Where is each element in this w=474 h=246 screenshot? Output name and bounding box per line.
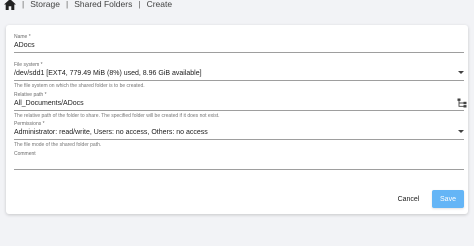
comment-underline bbox=[14, 169, 464, 170]
breadcrumb-separator: | bbox=[138, 0, 141, 9]
permissions-hint: The file mode of the shared folder path. bbox=[14, 142, 102, 148]
save-button[interactable]: Save bbox=[432, 190, 464, 208]
comment-label: Comment bbox=[14, 151, 36, 157]
comment-field[interactable]: Comment bbox=[14, 151, 464, 170]
breadcrumb: | Storage | Shared Folders | Create bbox=[0, 0, 474, 12]
cancel-button[interactable]: Cancel bbox=[392, 190, 425, 208]
create-shared-folder-form: Name * ADocs File system * /dev/sdd1 [EX… bbox=[6, 25, 468, 214]
comment-input[interactable] bbox=[14, 158, 464, 167]
relative-path-label: Relative path * bbox=[14, 92, 47, 98]
breadcrumb-separator: | bbox=[22, 0, 25, 9]
filesystem-value[interactable]: /dev/sdd1 [EXT4, 779.49 MiB (8%) used, 8… bbox=[14, 69, 464, 78]
breadcrumb-item-storage[interactable]: Storage bbox=[30, 0, 60, 9]
relative-path-field[interactable]: Relative path * All_Documents/ADocs The … bbox=[14, 92, 467, 119]
permissions-select[interactable]: Permissions * Administrator: read/write,… bbox=[14, 121, 464, 148]
chevron-down-icon[interactable] bbox=[458, 71, 464, 74]
name-label: Name * bbox=[14, 34, 31, 40]
breadcrumb-item-shared-folders[interactable]: Shared Folders bbox=[74, 0, 132, 9]
relative-path-input[interactable]: All_Documents/ADocs bbox=[14, 99, 464, 108]
folder-tree-icon[interactable] bbox=[457, 98, 467, 108]
filesystem-select[interactable]: File system * /dev/sdd1 [EXT4, 779.49 Mi… bbox=[14, 62, 464, 89]
permissions-label: Permissions * bbox=[14, 121, 45, 127]
relative-path-underline bbox=[14, 110, 464, 111]
filesystem-hint: The file system on which the shared fold… bbox=[14, 83, 145, 89]
name-input[interactable]: ADocs bbox=[14, 41, 464, 50]
breadcrumb-item-create: Create bbox=[146, 0, 173, 9]
name-underline bbox=[14, 52, 464, 53]
name-field[interactable]: Name * ADocs bbox=[14, 34, 464, 53]
breadcrumb-separator: | bbox=[66, 0, 69, 9]
permissions-underline bbox=[14, 139, 464, 140]
chevron-down-icon[interactable] bbox=[458, 130, 464, 133]
filesystem-underline bbox=[14, 80, 464, 81]
home-icon[interactable] bbox=[4, 0, 16, 10]
filesystem-label: File system * bbox=[14, 62, 43, 68]
relative-path-hint: The relative path of the folder to share… bbox=[14, 113, 220, 119]
permissions-value[interactable]: Administrator: read/write, Users: no acc… bbox=[14, 128, 464, 137]
